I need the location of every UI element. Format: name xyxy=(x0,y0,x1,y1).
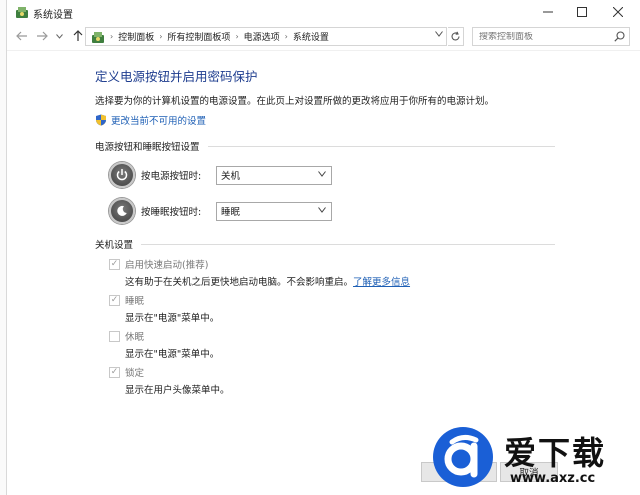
sleep-option: ✓ 睡眠 显示在"电源"菜单中。 xyxy=(109,293,555,324)
lock-option: ✓ 锁定 显示在用户头像菜单中。 xyxy=(109,365,555,396)
forward-button[interactable] xyxy=(35,28,49,44)
change-unavailable-settings-link[interactable]: 更改当前不可用的设置 xyxy=(95,113,555,127)
main-content: 定义电源按钮并启用密码保护 选择要为你的计算机设置的电源设置。在此页上对设置所做… xyxy=(95,66,555,396)
site-watermark: 爱下载 www.axz.cc xyxy=(426,424,640,495)
search-box[interactable] xyxy=(472,27,630,46)
address-bar[interactable]: › 控制面板 › 所有控制面板项 › 电源选项 › 系统设置 xyxy=(85,27,447,46)
checkmark-icon: ✓ xyxy=(110,259,119,269)
sleep-icon xyxy=(109,198,135,224)
checkmark-icon: ✓ xyxy=(110,367,119,377)
shutdown-section-title: 关机设置 xyxy=(95,240,134,251)
hibernate-option-description: 显示在"电源"菜单中。 xyxy=(125,349,220,360)
address-dropdown-icon[interactable] xyxy=(435,30,443,39)
section-divider xyxy=(141,243,555,245)
up-arrow-icon xyxy=(73,30,83,41)
lock-checkbox[interactable]: ✓ xyxy=(109,367,120,378)
fast-startup-description-text: 这有助于在关机之后更快地启动电脑。不会影响重启。 xyxy=(125,277,354,288)
power-button-action-select[interactable]: 关机 xyxy=(216,165,332,185)
fast-startup-label: 启用快速启动(推荐) xyxy=(125,260,209,271)
refresh-icon xyxy=(451,31,460,41)
maximize-button[interactable] xyxy=(563,0,601,24)
hibernate-option-label: 休眠 xyxy=(125,332,145,343)
breadcrumb-power-options[interactable]: 电源选项 xyxy=(244,30,280,43)
back-arrow-icon xyxy=(16,31,27,41)
recent-locations-button[interactable] xyxy=(52,28,66,44)
breadcrumb-separator-icon: › xyxy=(235,32,239,41)
watermark-logo-icon xyxy=(433,427,493,487)
breadcrumb-control-panel[interactable]: 控制面板 xyxy=(118,30,154,43)
breadcrumb-separator-icon: › xyxy=(110,32,114,41)
chevron-down-icon xyxy=(318,206,326,215)
power-buttons-section-header: 电源按钮和睡眠按钮设置 xyxy=(95,139,555,153)
section-divider xyxy=(207,145,555,147)
breadcrumb-system-settings[interactable]: 系统设置 xyxy=(293,30,329,43)
page-subtitle: 选择要为你的计算机设置的电源设置。在此页上对设置所做的更改将应用于你所有的电源计… xyxy=(95,96,495,107)
up-button[interactable] xyxy=(71,28,85,44)
page-title: 定义电源按钮并启用密码保护 xyxy=(95,69,258,84)
system-settings-window: 系统设置 › 控制面板 › 所有控制面板项 › 电源选项 › 系统设置 搜索控制… xyxy=(6,0,640,495)
watermark-text: 爱下载 xyxy=(504,434,607,472)
sleep-button-label: 按睡眠按钮时: xyxy=(141,207,202,218)
toolbar-divider xyxy=(7,50,640,51)
maximize-icon xyxy=(577,7,587,17)
control-panel-app-icon xyxy=(16,7,28,18)
forward-arrow-icon xyxy=(37,31,48,41)
control-panel-icon xyxy=(92,31,104,43)
power-icon xyxy=(109,162,135,188)
uac-shield-icon xyxy=(96,114,106,126)
title-bar: 系统设置 xyxy=(7,0,640,24)
watermark-url: www.axz.cc xyxy=(510,471,596,486)
close-icon xyxy=(613,7,623,17)
sleep-button-action-value: 睡眠 xyxy=(221,207,241,218)
breadcrumb-separator-icon: › xyxy=(284,32,288,41)
minimize-icon xyxy=(543,11,553,13)
fast-startup-description: 这有助于在关机之后更快地启动电脑。不会影响重启。了解更多信息 xyxy=(125,274,410,288)
lock-option-description: 显示在用户头像菜单中。 xyxy=(125,385,230,396)
power-button-action-value: 关机 xyxy=(221,171,241,182)
shutdown-section-header: 关机设置 xyxy=(95,237,555,251)
power-buttons-section-title: 电源按钮和睡眠按钮设置 xyxy=(95,142,200,153)
fast-startup-checkbox[interactable]: ✓ xyxy=(109,259,120,270)
address-toolbar: › 控制面板 › 所有控制面板项 › 电源选项 › 系统设置 xyxy=(7,24,640,48)
close-button[interactable] xyxy=(599,0,637,24)
fast-startup-option: ✓ 启用快速启动(推荐) 这有助于在关机之后更快地启动电脑。不会影响重启。了解更… xyxy=(109,257,555,288)
sleep-button-row: 按睡眠按钮时: 睡眠 xyxy=(109,195,555,227)
search-input[interactable] xyxy=(479,31,609,42)
breadcrumb-separator-icon: › xyxy=(159,32,163,41)
power-button-label: 按电源按钮时: xyxy=(141,171,202,182)
sleep-button-action-select[interactable]: 睡眠 xyxy=(216,201,332,221)
chevron-down-icon xyxy=(55,33,63,39)
lock-option-label: 锁定 xyxy=(125,368,145,379)
power-button-row: 按电源按钮时: 关机 xyxy=(109,159,555,191)
back-button[interactable] xyxy=(15,28,29,44)
search-icon xyxy=(614,31,625,42)
minimize-button[interactable] xyxy=(529,0,567,24)
checkmark-icon: ✓ xyxy=(110,295,119,305)
refresh-button[interactable] xyxy=(448,27,464,46)
change-unavailable-settings-text[interactable]: 更改当前不可用的设置 xyxy=(111,113,206,127)
sleep-checkbox[interactable]: ✓ xyxy=(109,295,120,306)
learn-more-link[interactable]: 了解更多信息 xyxy=(353,277,410,288)
hibernate-checkbox[interactable] xyxy=(109,331,120,342)
chevron-down-icon xyxy=(318,170,326,179)
window-title: 系统设置 xyxy=(33,10,73,21)
sleep-option-description: 显示在"电源"菜单中。 xyxy=(125,313,220,324)
breadcrumb-all-items[interactable]: 所有控制面板项 xyxy=(167,30,230,43)
hibernate-option: 休眠 显示在"电源"菜单中。 xyxy=(109,329,555,360)
sleep-option-label: 睡眠 xyxy=(125,296,145,307)
